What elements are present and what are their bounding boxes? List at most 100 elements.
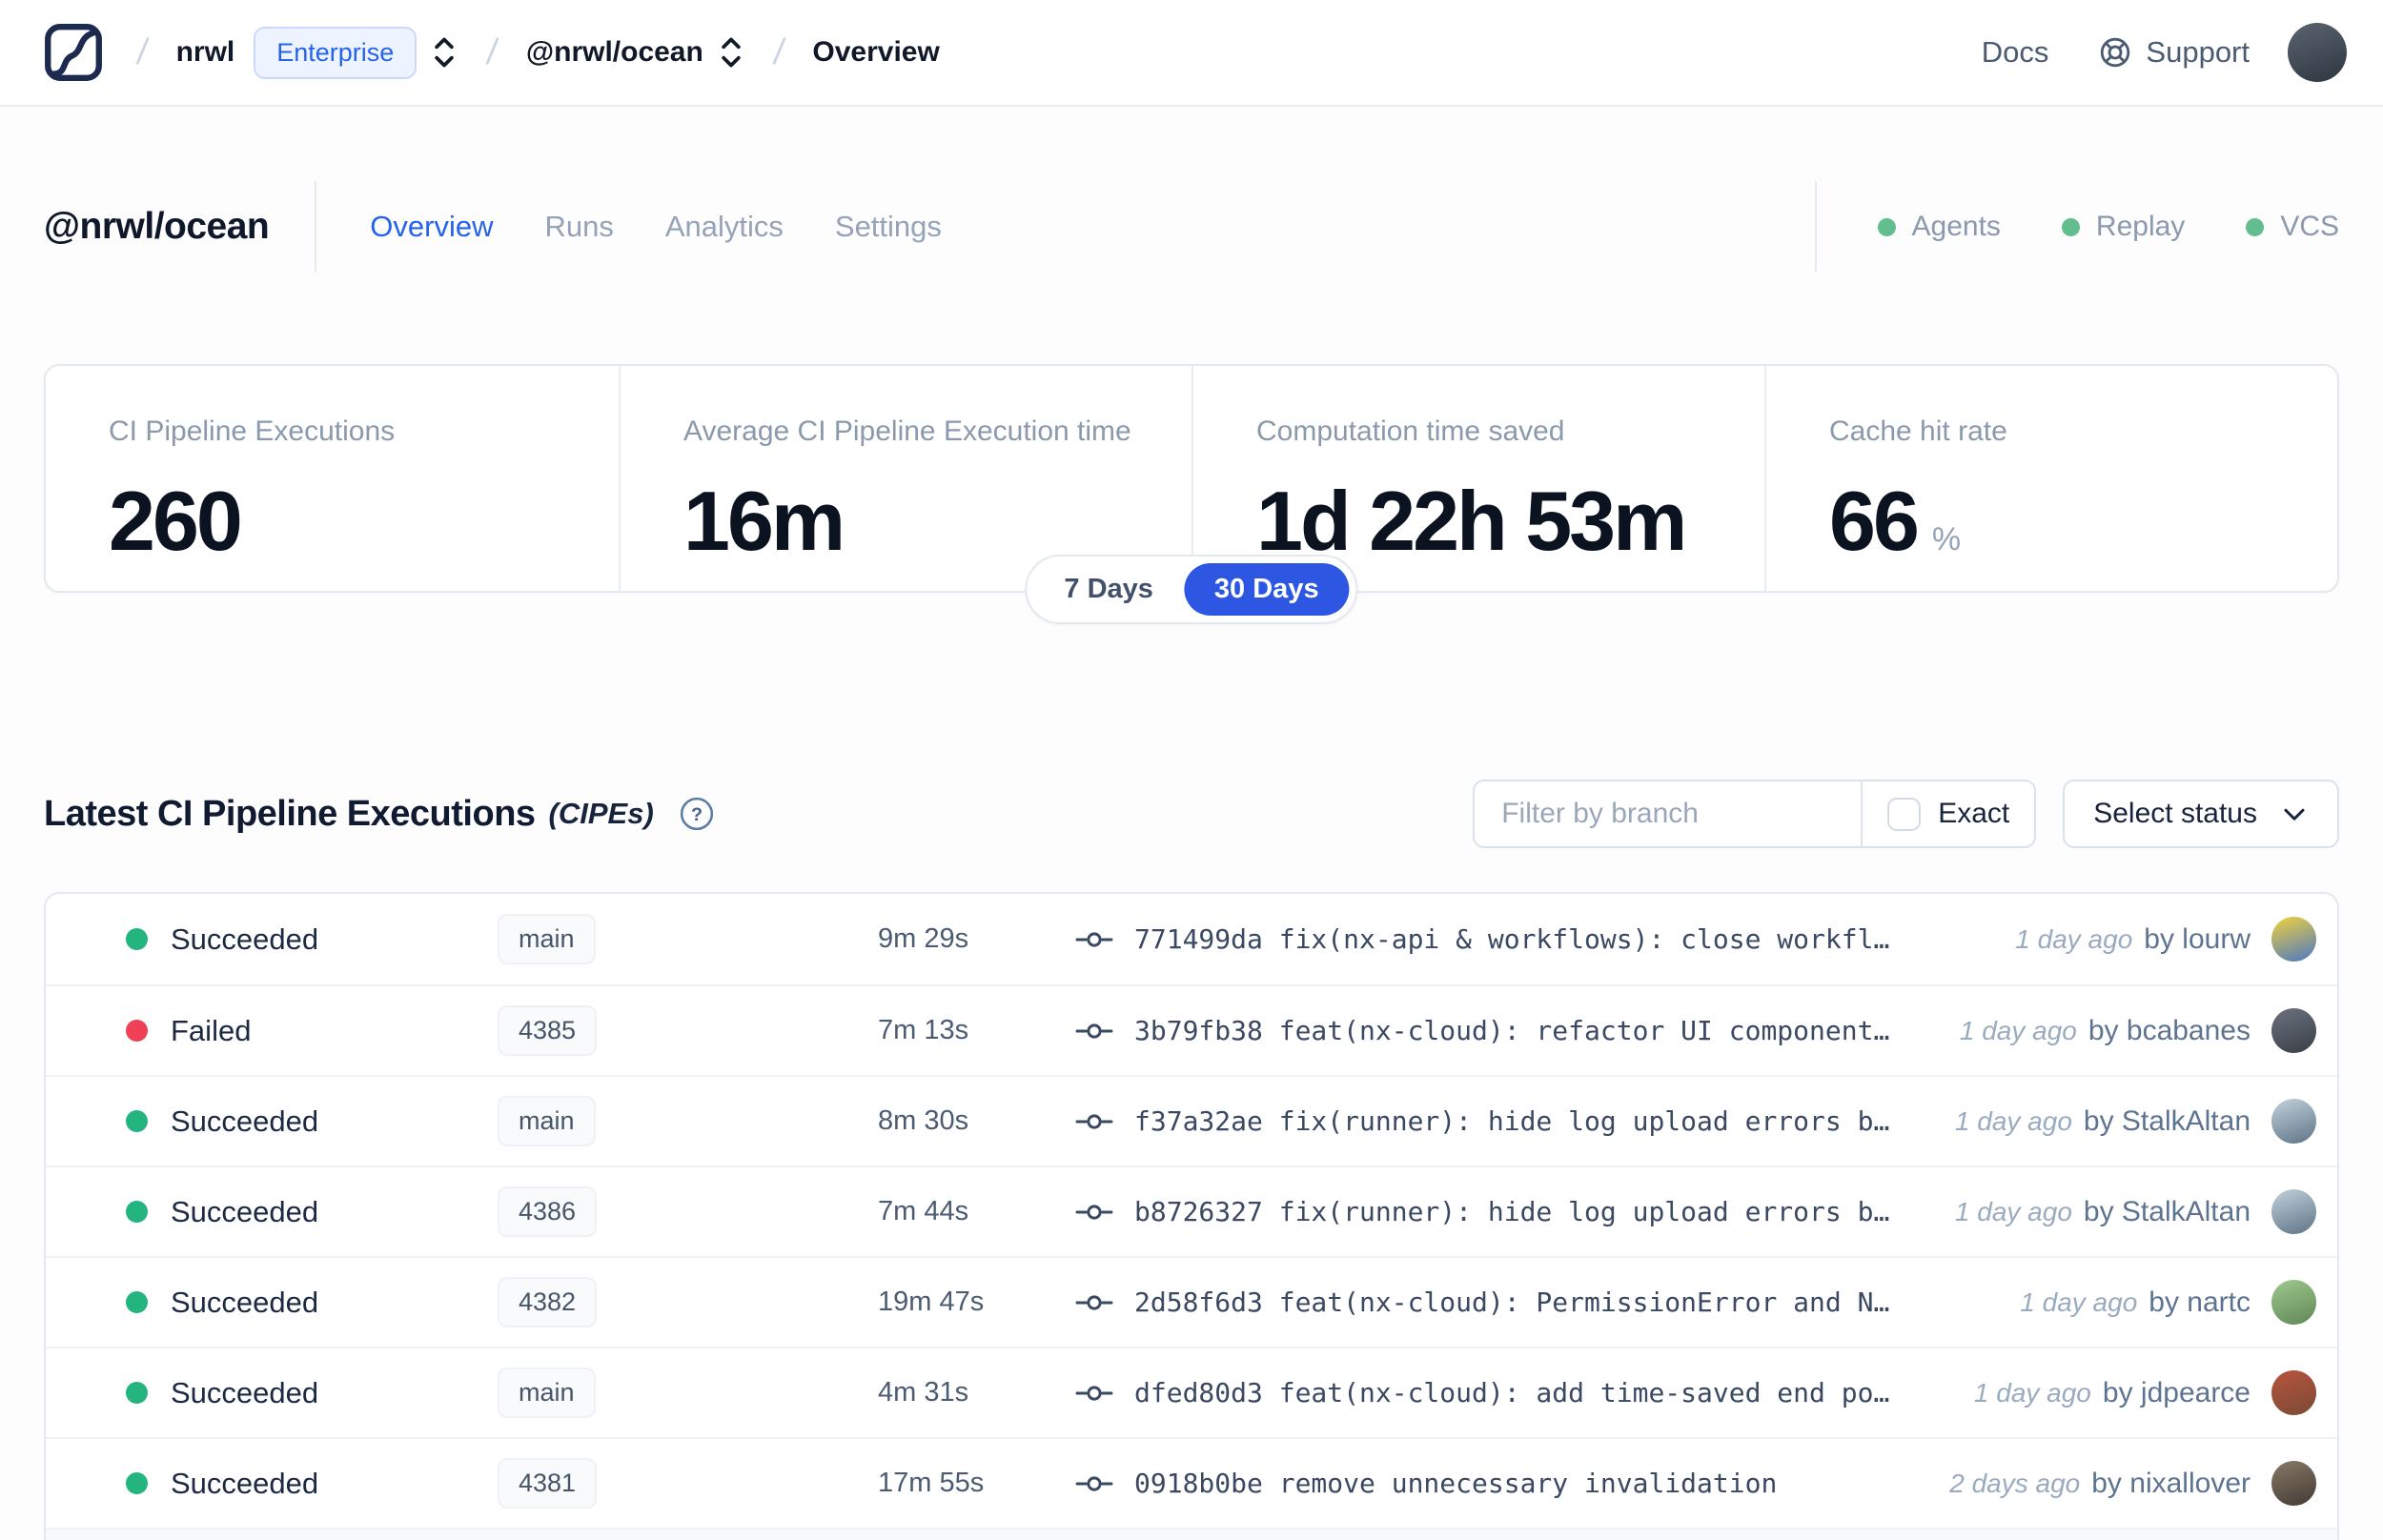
author: by bcabanes (2088, 1014, 2251, 1046)
status-cell: Succeeded (126, 1376, 498, 1410)
user-avatar[interactable] (2288, 23, 2347, 82)
indicator-vcs[interactable]: VCS (2246, 211, 2339, 243)
cipe-table-row[interactable]: Succeeded main 9m 29s 771499da fix(nx-ap… (46, 894, 2337, 984)
author: by lourw (2144, 922, 2251, 955)
org-selector-icon[interactable] (430, 33, 458, 71)
avatar (2271, 1461, 2316, 1506)
branch-badge: main (498, 914, 596, 964)
cipe-table-row[interactable]: Succeeded main 8m 30s f37a32ae fix(runne… (46, 1075, 2337, 1165)
exact-filter: Exact (1861, 781, 2034, 846)
nx-cloud-logo-icon[interactable] (44, 23, 103, 82)
status-cell: Failed (126, 1014, 498, 1048)
duration: 4m 31s (878, 1377, 969, 1408)
time-ago: 1 day ago (1954, 1105, 2072, 1136)
status-cell: Succeeded (126, 1467, 498, 1501)
status-label: Succeeded (171, 1466, 319, 1500)
docs-link[interactable]: Docs (1982, 35, 2049, 70)
status-label: Failed (171, 1013, 252, 1047)
cipe-table-row[interactable]: Succeeded main 4m 31s dfed80d3 feat(nx-c… (46, 1347, 2337, 1437)
indicator-replay[interactable]: Replay (2061, 211, 2185, 243)
green-dot-icon (2061, 217, 2080, 236)
help-icon[interactable]: ? (679, 796, 715, 832)
support-label: Support (2146, 35, 2250, 69)
lifebuoy-icon (2098, 35, 2132, 70)
tab-overview[interactable]: Overview (370, 210, 493, 244)
indicator-agents[interactable]: Agents (1877, 211, 2001, 243)
meta-cell: 1 day ago by StalkAltan (1955, 1189, 2316, 1234)
duration: 7m 44s (878, 1196, 969, 1226)
git-commit-icon (1075, 1199, 1113, 1226)
meta-cell: 1 day ago by jdpearce (1974, 1370, 2316, 1415)
cipe-table-row[interactable]: Succeeded 4382 19m 47s 2d58f6d3 feat(nx-… (46, 1256, 2337, 1347)
status-cell: Succeeded (126, 1286, 498, 1320)
status-dot (126, 1020, 148, 1042)
breadcrumb-separator: / (134, 31, 151, 72)
stat-value: 16m (683, 474, 845, 568)
branch-cell: 4381 (498, 1458, 755, 1509)
cipe-table-row[interactable]: Succeeded 4381 17m 55s 0918b0be remove u… (46, 1437, 2337, 1528)
breadcrumb-org[interactable]: nrwl (176, 36, 235, 69)
stat-value: 260 (109, 474, 243, 568)
branch-cell: 4386 (498, 1186, 755, 1237)
avatar (2271, 1370, 2316, 1415)
branch-badge: 4386 (498, 1186, 598, 1237)
avatar (2271, 1099, 2316, 1144)
tab-analytics[interactable]: Analytics (665, 210, 784, 244)
status-label: Succeeded (171, 1285, 319, 1319)
branch-badge: 4381 (498, 1458, 598, 1509)
branch-filter-group: Exact (1473, 780, 2037, 848)
git-commit-icon (1075, 1380, 1113, 1407)
stat-label: CI Pipeline Executions (109, 415, 396, 447)
status-dot (126, 1291, 148, 1313)
status-indicators: Agents Replay VCS (1817, 211, 2339, 243)
toggle-30-days[interactable]: 30 Days (1183, 563, 1350, 616)
git-commit-icon (1075, 1289, 1113, 1316)
time-ago: 1 day ago (1973, 1377, 2091, 1408)
commit-cell: dfed80d3 feat(nx-cloud): add time-saved … (1075, 1377, 1889, 1408)
workspace-title: @nrwl/ocean (44, 206, 270, 247)
branch-badge: 4385 (498, 1005, 598, 1056)
exact-checkbox[interactable] (1887, 797, 1922, 831)
status-select-label: Select status (2093, 798, 2257, 829)
toggle-7-days[interactable]: 7 Days (1033, 563, 1184, 616)
tab-runs[interactable]: Runs (544, 210, 613, 244)
workspace-selector-icon[interactable] (717, 33, 745, 71)
branch-filter-input[interactable] (1475, 781, 1862, 846)
commit-text: 3b79fb38 feat(nx-cloud): refactor UI com… (1134, 1015, 1890, 1046)
breadcrumb-page[interactable]: Overview (812, 36, 939, 69)
cipe-table-row[interactable]: Succeeded 4386 7m 44s b8726327 fix(runne… (46, 1165, 2337, 1256)
workspace-tabs: Overview Runs Analytics Settings (370, 210, 942, 244)
commit-text: 2d58f6d3 feat(nx-cloud): PermissionError… (1134, 1287, 1890, 1318)
branch-cell: 4385 (498, 1005, 755, 1056)
breadcrumb-separator: / (770, 31, 787, 72)
enterprise-badge[interactable]: Enterprise (254, 26, 418, 79)
exact-label[interactable]: Exact (1938, 798, 2009, 830)
status-select-dropdown[interactable]: Select status (2063, 780, 2339, 848)
workspace-header: @nrwl/ocean Overview Runs Analytics Sett… (44, 181, 2339, 273)
avatar (2271, 917, 2316, 962)
green-dot-icon (2246, 217, 2265, 236)
author: by nixallover (2091, 1467, 2251, 1499)
avatar (2271, 1280, 2316, 1325)
avatar (2271, 1189, 2316, 1234)
time-ago: 1 day ago (1954, 1196, 2072, 1226)
status-cell: Succeeded (126, 922, 498, 957)
status-cell: Succeeded (126, 1104, 498, 1139)
commit-text: dfed80d3 feat(nx-cloud): add time-saved … (1134, 1377, 1890, 1408)
top-navbar: / nrwl Enterprise / @nrwl/ocean / Overvi… (0, 0, 2383, 107)
support-link[interactable]: Support (2098, 35, 2250, 70)
stat-label: Computation time saved (1256, 415, 1565, 447)
stats-section: CI Pipeline Executions 260 Average CI Pi… (44, 364, 2339, 624)
cipe-filters: Exact Select status (1473, 780, 2339, 848)
commit-text: 0918b0be remove unnecessary invalidation (1134, 1468, 1778, 1499)
cipe-table-row[interactable]: Failed 4385 7m 13s 3b79fb38 feat(nx-clou… (46, 984, 2337, 1075)
status-label: Succeeded (171, 1194, 319, 1228)
breadcrumb-workspace[interactable]: @nrwl/ocean (526, 36, 703, 69)
status-dot (126, 1382, 148, 1404)
svg-text:?: ? (691, 804, 703, 825)
cipe-table: Succeeded main 9m 29s 771499da fix(nx-ap… (44, 892, 2339, 1540)
stat-cache-hit-rate: Cache hit rate 66 % (1764, 366, 2337, 591)
time-ago: 1 day ago (2015, 923, 2133, 954)
meta-cell: 1 day ago by nartc (2020, 1280, 2316, 1325)
tab-settings[interactable]: Settings (835, 210, 942, 244)
